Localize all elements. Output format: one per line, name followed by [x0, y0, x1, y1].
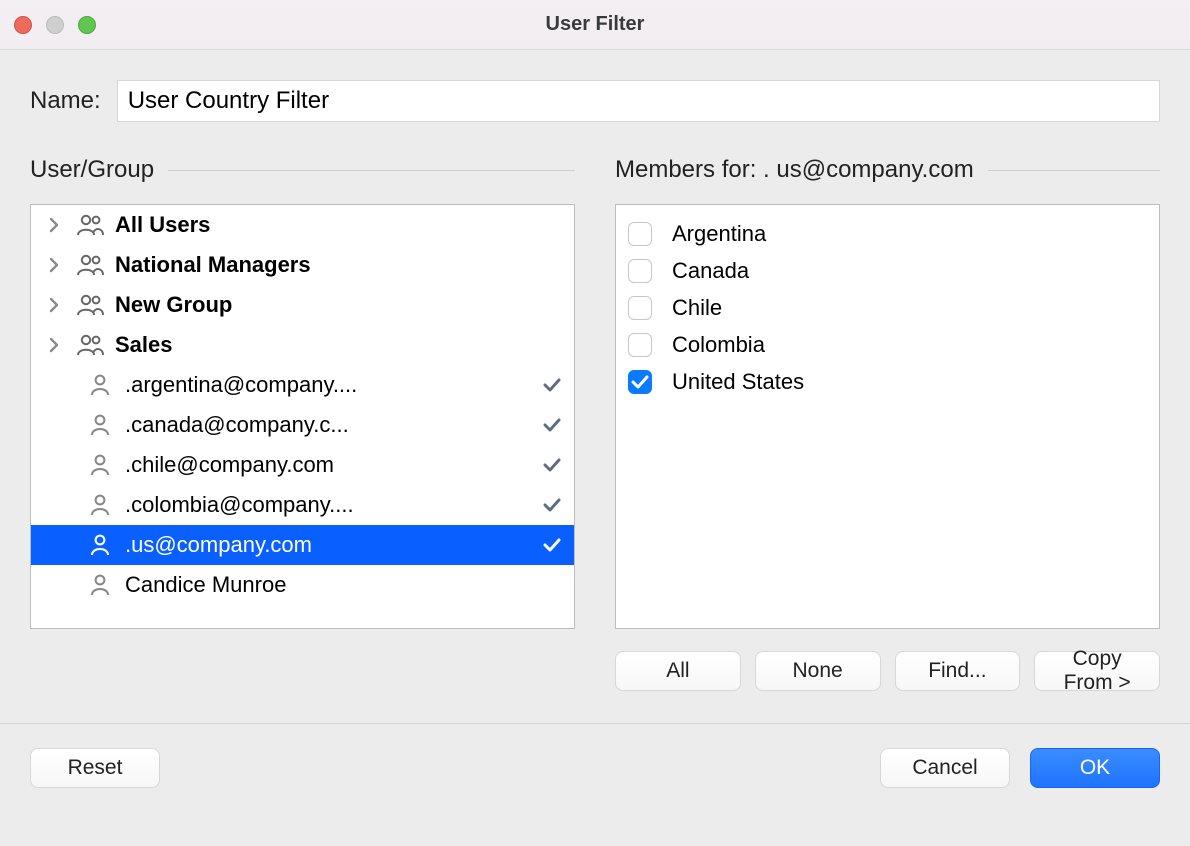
divider-line — [168, 170, 575, 171]
member-label: Colombia — [672, 332, 1147, 358]
tree-item-label: .argentina@company.... — [125, 372, 530, 398]
user-icon — [85, 453, 115, 477]
dialog-footer: Reset Cancel OK — [0, 723, 1190, 818]
reset-button[interactable]: Reset — [30, 748, 160, 788]
user-group-panel: User/Group All Users National Managers New… — [30, 156, 575, 691]
dialog-content: Name: User/Group All Users National Manag… — [0, 50, 1190, 691]
tree-item-label: .chile@company.com — [125, 452, 530, 478]
panels: User/Group All Users National Managers New… — [30, 156, 1160, 691]
member-label: Canada — [672, 258, 1147, 284]
name-input[interactable] — [117, 80, 1160, 122]
tree-item-label: .us@company.com — [125, 532, 530, 558]
tree-item-label: Candice Munroe — [125, 572, 530, 598]
tree-user-row[interactable]: .chile@company.com — [31, 445, 574, 485]
chevron-right-icon[interactable] — [43, 257, 65, 273]
user-icon — [85, 533, 115, 557]
tree-group-row[interactable]: Sales — [31, 325, 574, 365]
minimize-window-button[interactable] — [46, 16, 64, 34]
user-group-header: User/Group — [30, 156, 575, 184]
tree-item-label: New Group — [115, 292, 530, 318]
ok-button[interactable]: OK — [1030, 748, 1160, 788]
tree-item-label: All Users — [115, 212, 530, 238]
member-label: Chile — [672, 295, 1147, 321]
titlebar: User Filter — [0, 0, 1190, 50]
divider-line — [988, 170, 1160, 171]
group-icon — [75, 293, 105, 317]
chevron-right-icon[interactable] — [43, 297, 65, 313]
name-label: Name: — [30, 87, 101, 115]
members-panel: Members for: . us@company.com Argentina C… — [615, 156, 1160, 691]
assigned-check-icon — [540, 498, 574, 512]
assigned-check-icon — [540, 378, 574, 392]
tree-group-row[interactable]: All Users — [31, 205, 574, 245]
group-icon — [75, 333, 105, 357]
member-checkbox[interactable] — [628, 222, 652, 246]
members-title-prefix: Members for: — [615, 156, 763, 183]
find-button[interactable]: Find... — [895, 651, 1021, 691]
member-row[interactable]: Canada — [628, 252, 1147, 289]
tree-user-row[interactable]: .colombia@company.... — [31, 485, 574, 525]
tree-user-row[interactable]: .us@company.com — [31, 525, 574, 565]
copy-from-button[interactable]: Copy From > — [1034, 651, 1160, 691]
tree-item-label: Sales — [115, 332, 530, 358]
members-list[interactable]: Argentina Canada Chile Colombia United State… — [615, 204, 1160, 629]
tree-group-row[interactable]: National Managers — [31, 245, 574, 285]
tree-user-row[interactable]: Candice Munroe — [31, 565, 574, 605]
user-icon — [85, 413, 115, 437]
member-row[interactable]: Colombia — [628, 326, 1147, 363]
member-checkbox[interactable] — [628, 370, 652, 394]
chevron-right-icon[interactable] — [43, 217, 65, 233]
user-icon — [85, 573, 115, 597]
user-icon — [85, 373, 115, 397]
member-row[interactable]: Argentina — [628, 215, 1147, 252]
member-checkbox[interactable] — [628, 259, 652, 283]
window-title: User Filter — [546, 13, 645, 36]
chevron-right-icon[interactable] — [43, 337, 65, 353]
close-window-button[interactable] — [14, 16, 32, 34]
assigned-check-icon — [540, 418, 574, 432]
user-group-tree[interactable]: All Users National Managers New Group Sales… — [30, 204, 575, 629]
members-title: Members for: . us@company.com — [615, 156, 974, 184]
user-icon — [85, 493, 115, 517]
member-checkbox[interactable] — [628, 333, 652, 357]
all-button[interactable]: All — [615, 651, 741, 691]
members-actions: All None Find... Copy From > — [615, 651, 1160, 691]
assigned-check-icon — [540, 458, 574, 472]
tree-user-row[interactable]: .canada@company.c... — [31, 405, 574, 445]
tree-item-label: .colombia@company.... — [125, 492, 530, 518]
tree-user-row[interactable]: .argentina@company.... — [31, 365, 574, 405]
member-row[interactable]: Chile — [628, 289, 1147, 326]
tree-item-label: National Managers — [115, 252, 530, 278]
member-row[interactable]: United States — [628, 363, 1147, 400]
cancel-button[interactable]: Cancel — [880, 748, 1010, 788]
group-icon — [75, 253, 105, 277]
member-label: Argentina — [672, 221, 1147, 247]
members-header: Members for: . us@company.com — [615, 156, 1160, 184]
user-group-title: User/Group — [30, 156, 154, 184]
name-row: Name: — [30, 80, 1160, 122]
member-label: United States — [672, 369, 1147, 395]
tree-item-label: .canada@company.c... — [125, 412, 530, 438]
member-checkbox[interactable] — [628, 296, 652, 320]
tree-group-row[interactable]: New Group — [31, 285, 574, 325]
group-icon — [75, 213, 105, 237]
members-title-subject: . us@company.com — [763, 156, 974, 183]
zoom-window-button[interactable] — [78, 16, 96, 34]
window-controls — [14, 16, 96, 34]
assigned-check-icon — [540, 538, 574, 552]
none-button[interactable]: None — [755, 651, 881, 691]
